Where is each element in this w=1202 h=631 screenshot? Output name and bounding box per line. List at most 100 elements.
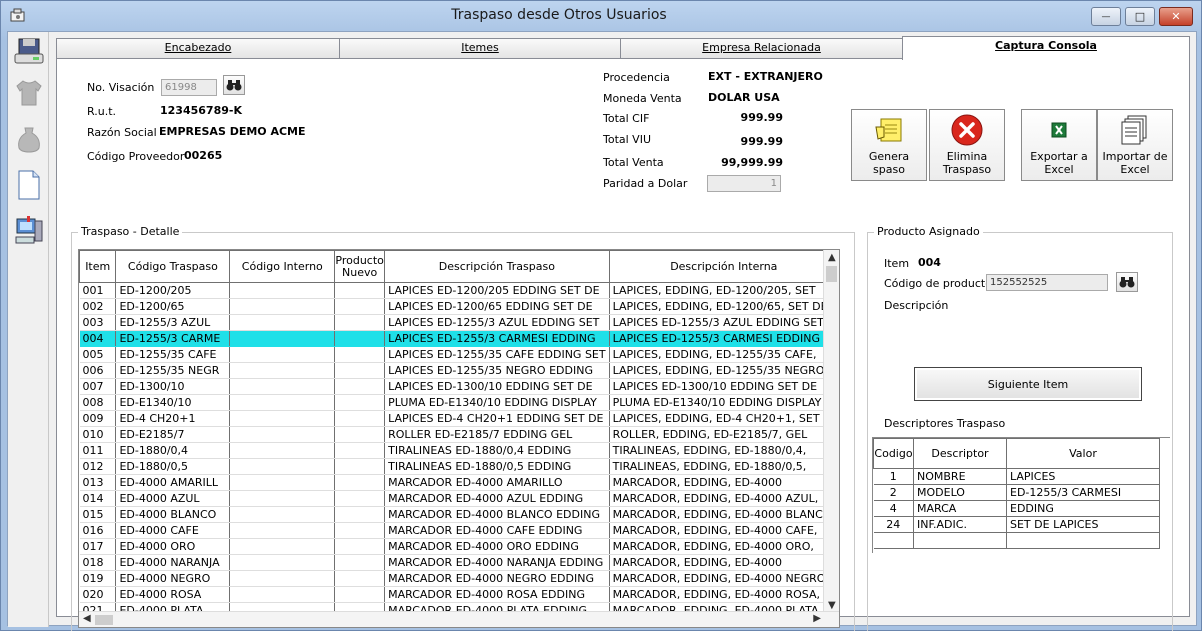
horizontal-scroll-thumb[interactable]: [95, 615, 113, 625]
horizontal-scrollbar[interactable]: ◀ ▶: [79, 611, 839, 627]
table-row[interactable]: 009 ED-4 CH20+1 LAPICES ED-4 CH20+1 EDDING…: [79, 410, 839, 427]
cell-item: 016: [79, 522, 117, 539]
scroll-right-icon[interactable]: ▶: [813, 613, 821, 624]
table-row[interactable]: 001 ED-1200/205 LAPICES ED-1200/205 EDDING…: [79, 282, 839, 299]
cell-descripcion-interna: TIRALINEAS, EDDING, ED-1880/0,5,: [609, 458, 839, 475]
importar-excel-button[interactable]: Importar de Excel: [1097, 109, 1173, 181]
vertical-scrollbar[interactable]: ▲ ▼: [823, 250, 839, 613]
col-producto-nuevo-header[interactable]: Producto Nuevo: [334, 250, 386, 283]
col-codigo-traspaso-header[interactable]: Código Traspaso: [115, 250, 231, 283]
table-row[interactable]: 006 ED-1255/35 NEGR LAPICES ED-1255/35 NEG…: [79, 362, 839, 379]
razon-social-label: Razón Social: [87, 126, 157, 139]
maximize-icon: □: [1134, 10, 1146, 23]
cell-producto-nuevo: [334, 410, 386, 427]
vertical-scroll-thumb[interactable]: [826, 266, 837, 282]
col-codigo-interno-header[interactable]: Código Interno: [229, 250, 336, 283]
cell-codigo-interno: [229, 554, 336, 571]
rut-value: 123456789-K: [160, 104, 242, 117]
cell-item: 008: [79, 394, 117, 411]
cell-item: 020: [79, 586, 117, 603]
col-valor-header[interactable]: Valor: [1006, 438, 1160, 469]
table-row[interactable]: 008 ED-E1340/10 PLUMA ED-E1340/10 EDDING D…: [79, 394, 839, 411]
tab-itemes[interactable]: Itemes: [339, 38, 621, 58]
computer-button[interactable]: [11, 214, 47, 248]
cell-codigo-traspaso: ED-1300/10: [115, 378, 231, 395]
table-row[interactable]: 010 ED-E2185/7 ROLLER ED-E2185/7 EDDING GE…: [79, 426, 839, 443]
descriptores-grid[interactable]: Codigo Descriptor Valor 1 NOMBRE LAPICES 2 M…: [872, 437, 1170, 553]
col-descripcion-traspaso-header[interactable]: Descripción Traspaso: [384, 250, 610, 283]
cell-codigo-interno: [229, 282, 336, 299]
table-row[interactable]: 014 ED-4000 AZUL MARCADOR ED-4000 AZUL EDD…: [79, 490, 839, 507]
table-row[interactable]: 004 ED-1255/3 CARME LAPICES ED-1255/3 CARM…: [79, 330, 839, 347]
table-row[interactable]: 007 ED-1300/10 LAPICES ED-1300/10 EDDING S…: [79, 378, 839, 395]
cell-descriptor: [913, 532, 1007, 549]
detalle-grid[interactable]: Item Código Traspaso Código Interno Prod…: [78, 249, 840, 628]
new-document-button[interactable]: [11, 168, 47, 202]
search-visacion-button[interactable]: [223, 75, 245, 95]
left-toolbar: [8, 32, 49, 627]
siguiente-item-button[interactable]: Siguiente Item: [914, 367, 1142, 401]
delete-icon: [951, 114, 983, 146]
table-row[interactable]: 24 INF.ADIC. SET DE LAPICES: [873, 516, 1160, 533]
genera-label-2: spaso: [873, 163, 905, 176]
minimize-button[interactable]: —: [1091, 7, 1121, 26]
cell-descripcion-traspaso: LAPICES ED-1255/3 CARMESI EDDING: [384, 330, 610, 347]
table-row[interactable]: 2 MODELO ED-1255/3 CARMESI: [873, 484, 1160, 501]
cell-codigo-traspaso: ED-1880/0,4: [115, 442, 231, 459]
genera-traspaso-button[interactable]: Genera spaso: [851, 109, 927, 181]
exportar-excel-button[interactable]: Exportar a Excel: [1021, 109, 1097, 181]
cell-descripcion-interna: MARCADOR, EDDING, ED-4000 ORO,: [609, 538, 839, 555]
moneda-value: DOLAR USA: [708, 91, 780, 104]
table-row[interactable]: 1 NOMBRE LAPICES: [873, 468, 1160, 485]
codigo-producto-input[interactable]: 152552525: [986, 274, 1108, 291]
search-producto-button[interactable]: [1116, 272, 1138, 292]
cell-descriptor: MODELO: [913, 484, 1007, 501]
table-row[interactable]: 020 ED-4000 ROSA MARCADOR ED-4000 ROSA EDD…: [79, 586, 839, 603]
cell-descripcion-interna: MARCADOR, EDDING, ED-4000 BLANCO,: [609, 506, 839, 523]
table-row[interactable]: 4 MARCA EDDING: [873, 500, 1160, 517]
razon-social-value: EMPRESAS DEMO ACME: [159, 125, 306, 138]
table-row[interactable]: 012 ED-1880/0,5 TIRALINEAS ED-1880/0,5 EDD…: [79, 458, 839, 475]
table-row[interactable]: 002 ED-1200/65 LAPICES ED-1200/65 EDDING S…: [79, 298, 839, 315]
close-button[interactable]: ✕: [1159, 7, 1193, 26]
col-item-header[interactable]: Item: [79, 250, 117, 283]
maximize-button[interactable]: □: [1125, 7, 1155, 26]
cell-codigo-traspaso: ED-E1340/10: [115, 394, 231, 411]
table-row[interactable]: 003 ED-1255/3 AZUL LAPICES ED-1255/3 AZUL …: [79, 314, 839, 331]
table-row[interactable]: 005 ED-1255/35 CAFE LAPICES ED-1255/35 CAF…: [79, 346, 839, 363]
table-row[interactable]: 018 ED-4000 NARANJA MARCADOR ED-4000 NARAN…: [79, 554, 839, 571]
visacion-input[interactable]: 61998: [161, 79, 217, 96]
table-row[interactable]: 013 ED-4000 AMARILL MARCADOR ED-4000 AMARI…: [79, 474, 839, 491]
cell-codigo-traspaso: ED-4000 AMARILL: [115, 474, 231, 491]
table-row[interactable]: 017 ED-4000 ORO MARCADOR ED-4000 ORO EDDIN…: [79, 538, 839, 555]
cell-descripcion-traspaso: MARCADOR ED-4000 AMARILLO: [384, 474, 610, 491]
table-row[interactable]: 019 ED-4000 NEGRO MARCADOR ED-4000 NEGRO E…: [79, 570, 839, 587]
table-row[interactable]: 015 ED-4000 BLANCO MARCADOR ED-4000 BLANCO…: [79, 506, 839, 523]
table-row[interactable]: [873, 532, 1160, 549]
window-title: Traspaso desde Otros Usuarios: [451, 7, 667, 23]
col-descripcion-interna-header[interactable]: Descripción Interna: [608, 250, 839, 283]
scroll-up-icon[interactable]: ▲: [828, 252, 836, 263]
cell-producto-nuevo: [334, 378, 386, 395]
cell-codigo-traspaso: ED-1255/35 NEGR: [115, 362, 231, 379]
col-codigo-header[interactable]: Codigo: [873, 438, 914, 469]
cell-item: 010: [79, 426, 117, 443]
shirt-button[interactable]: [11, 76, 47, 110]
bag-button[interactable]: [11, 122, 47, 156]
table-row[interactable]: 011 ED-1880/0,4 TIRALINEAS ED-1880/0,4 EDD…: [79, 442, 839, 459]
save-button[interactable]: [11, 34, 47, 68]
tab-captura-consola[interactable]: Captura Consola: [902, 36, 1190, 60]
table-row[interactable]: 016 ED-4000 CAFE MARCADOR ED-4000 CAFE EDD…: [79, 522, 839, 539]
cell-descripcion-interna: MARCADOR, EDDING, ED-4000 CAFE,: [609, 522, 839, 539]
paridad-input[interactable]: 1: [707, 175, 781, 192]
scroll-left-icon[interactable]: ◀: [83, 613, 91, 624]
tab-encabezado[interactable]: Encabezado: [56, 38, 340, 58]
cell-producto-nuevo: [334, 554, 386, 571]
scroll-down-icon[interactable]: ▼: [828, 600, 836, 611]
cell-codigo-traspaso: ED-4000 CAFE: [115, 522, 231, 539]
elimina-traspaso-button[interactable]: Elimina Traspaso: [929, 109, 1005, 181]
col-descriptor-header[interactable]: Descriptor: [913, 438, 1007, 469]
cell-codigo-interno: [229, 506, 336, 523]
tab-empresa-relacionada[interactable]: Empresa Relacionada: [620, 38, 903, 58]
cell-codigo-interno: [229, 474, 336, 491]
